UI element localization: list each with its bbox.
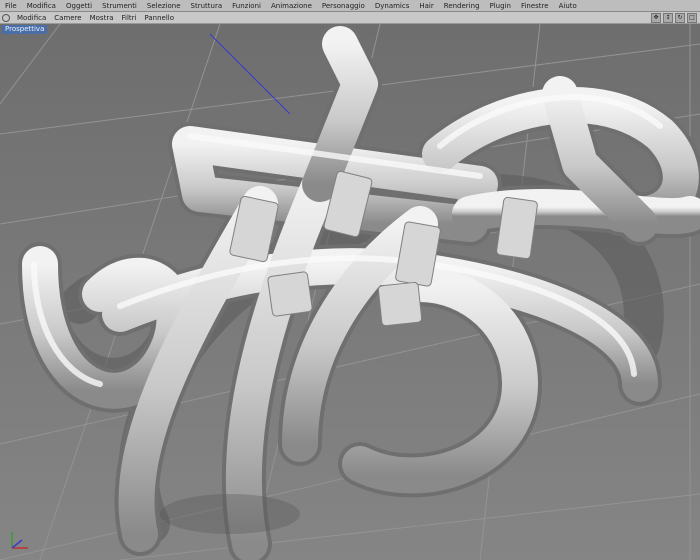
model-shadow xyxy=(160,494,300,534)
menu-selezione[interactable]: Selezione xyxy=(142,2,186,10)
menu-rendering[interactable]: Rendering xyxy=(439,2,485,10)
move-view-icon[interactable]: ✥ xyxy=(651,12,661,23)
menu-personaggio[interactable]: Personaggio xyxy=(317,2,370,10)
viewport-menu-pannello[interactable]: Pannello xyxy=(140,14,178,22)
viewport-menu-modifica[interactable]: Modifica xyxy=(13,14,50,22)
menu-finestre[interactable]: Finestre xyxy=(516,2,554,10)
viewport-controls: ✥ ↕ ↻ □ xyxy=(651,12,700,23)
zoom-view-icon[interactable]: ↕ xyxy=(663,12,673,23)
maximize-view-icon[interactable]: □ xyxy=(687,12,697,23)
rotate-view-icon[interactable]: ↻ xyxy=(675,12,685,23)
menu-aiuto[interactable]: Aiuto xyxy=(554,2,582,10)
scene-render xyxy=(0,24,700,560)
viewport-icon xyxy=(2,13,10,22)
menu-oggetti[interactable]: Oggetti xyxy=(61,2,97,10)
menu-plugin[interactable]: Plugin xyxy=(485,2,516,10)
axis-gizmo-icon xyxy=(11,532,28,549)
menu-file[interactable]: File xyxy=(0,2,22,10)
viewport-menu-camere[interactable]: Camere xyxy=(50,14,85,22)
viewport-menubar: Modifica Camere Mostra Filtri Pannello ✥… xyxy=(0,12,700,24)
menu-animazione[interactable]: Animazione xyxy=(266,2,317,10)
menu-hair[interactable]: Hair xyxy=(414,2,438,10)
menu-struttura[interactable]: Struttura xyxy=(186,2,228,10)
viewport-label: Prospettiva xyxy=(2,25,48,34)
menu-strumenti[interactable]: Strumenti xyxy=(97,2,142,10)
viewport-3d[interactable] xyxy=(0,24,700,560)
viewport-menu-filtri[interactable]: Filtri xyxy=(118,14,141,22)
viewport-menu-mostra[interactable]: Mostra xyxy=(86,14,118,22)
menu-funzioni[interactable]: Funzioni xyxy=(227,2,266,10)
menu-modifica[interactable]: Modifica xyxy=(22,2,61,10)
menu-dynamics[interactable]: Dynamics xyxy=(370,2,415,10)
main-menubar: File Modifica Oggetti Strumenti Selezion… xyxy=(0,0,700,12)
